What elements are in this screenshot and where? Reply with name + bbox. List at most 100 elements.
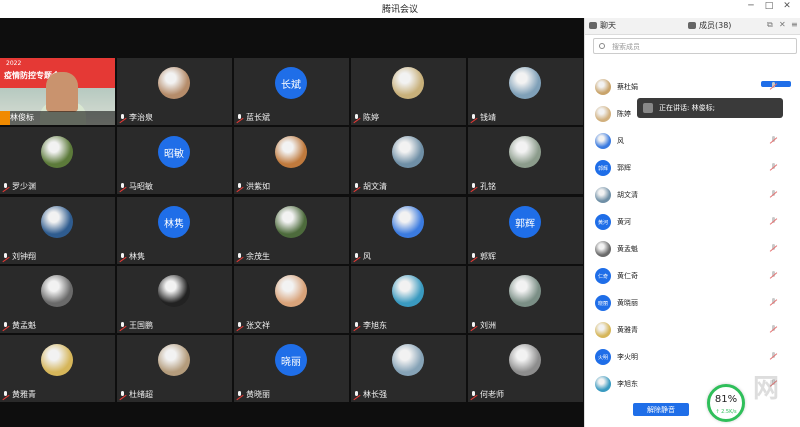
tab-members[interactable]: 成员(38)	[699, 20, 731, 31]
participant-name: 李治泉	[129, 113, 153, 122]
participant-tile[interactable]: 郭辉 郭辉	[468, 197, 583, 264]
mic-muted-icon	[236, 252, 244, 261]
avatar	[509, 275, 541, 307]
avatar	[158, 67, 190, 99]
member-row[interactable]: 仁奇 黄仁奇	[585, 265, 800, 287]
avatar	[41, 206, 73, 238]
members-icon	[688, 22, 696, 29]
close-icon[interactable]: ✕	[780, 1, 794, 11]
participant-name-label: 风	[353, 251, 371, 262]
member-row[interactable]: 黄雅青	[585, 319, 800, 341]
maximize-icon[interactable]: □	[762, 1, 776, 11]
participant-tile[interactable]: 昭敏 马昭敏	[117, 127, 232, 194]
member-row[interactable]: 火明 李火明	[585, 346, 800, 368]
mic-muted-icon	[236, 321, 244, 330]
member-name: 黄河	[617, 218, 631, 226]
speaker-video-tile[interactable]: 2022 疫情防控专题会 林俊标	[0, 58, 115, 125]
participant-tile[interactable]: 张文祥	[234, 266, 349, 333]
participant-name-label: 何老师	[470, 389, 504, 400]
member-avatar	[595, 241, 611, 257]
mic-muted-icon	[119, 252, 127, 261]
menu-icon[interactable]: ≡	[791, 20, 798, 29]
mic-muted-icon[interactable]	[769, 325, 778, 334]
mic-muted-icon	[353, 321, 361, 330]
participant-tile[interactable]: 王国鹏	[117, 266, 232, 333]
speaking-popup: 正在讲话: 林俊标;	[637, 98, 783, 118]
tab-chat[interactable]: 聊天	[600, 20, 616, 31]
participant-tile[interactable]: 李治泉	[117, 58, 232, 125]
participant-tile[interactable]: 钱靖	[468, 58, 583, 125]
participant-tile[interactable]: 刘钟翔	[0, 197, 115, 264]
mic-muted-icon	[353, 182, 361, 191]
avatar	[392, 206, 424, 238]
member-search-input[interactable]: 搜索成员	[593, 38, 797, 54]
title-bar: 腾讯会议 ─ □ ✕	[0, 0, 800, 18]
mic-muted-icon[interactable]	[769, 82, 778, 91]
participant-name: 胡文清	[363, 182, 387, 191]
member-avatar	[595, 187, 611, 203]
participant-tile[interactable]: 洪紫如	[234, 127, 349, 194]
mic-muted-icon	[119, 321, 127, 330]
member-row[interactable]: 风	[585, 130, 800, 152]
mic-muted-icon[interactable]	[769, 271, 778, 280]
participant-name-label: 杜绪超	[119, 389, 153, 400]
participant-name: 黄雅青	[12, 390, 36, 399]
mic-muted-icon	[2, 390, 10, 399]
participant-tile[interactable]: 林隽 林隽	[117, 197, 232, 264]
participant-tile[interactable]: 风	[351, 197, 466, 264]
popout-icon[interactable]: ⧉	[767, 20, 773, 30]
participant-name-label: 孔铭	[470, 181, 496, 192]
minimize-icon[interactable]: ─	[744, 1, 758, 11]
member-row[interactable]: 黄孟魁	[585, 238, 800, 260]
participant-tile[interactable]: 刘洲	[468, 266, 583, 333]
participant-name-label: 王国鹏	[119, 320, 153, 331]
unmute-all-button[interactable]: 解除静音	[633, 403, 689, 416]
participant-tile[interactable]: 黄雅青	[0, 335, 115, 402]
participant-tile[interactable]: 林长强	[351, 335, 466, 402]
participant-name: 蓝长斌	[246, 113, 270, 122]
participant-tile[interactable]: 杜绪超	[117, 335, 232, 402]
member-row[interactable]: 胡文清	[585, 184, 800, 206]
participant-name-label: 林长强	[353, 389, 387, 400]
avatar	[509, 344, 541, 376]
network-indicator[interactable]: 81% ↑ 2.5K/s	[707, 384, 745, 422]
participant-tile[interactable]: 孔铭	[468, 127, 583, 194]
avatar: 晓丽	[275, 344, 307, 376]
mic-muted-icon[interactable]	[769, 298, 778, 307]
participant-tile[interactable]: 罗少渊	[0, 127, 115, 194]
mic-muted-icon	[470, 252, 478, 261]
avatar	[392, 344, 424, 376]
participant-name: 黄晓丽	[246, 390, 270, 399]
mic-muted-icon[interactable]	[769, 217, 778, 226]
participant-name-label: 余茂生	[236, 251, 270, 262]
participant-tile[interactable]: 陈婷	[351, 58, 466, 125]
mic-muted-icon[interactable]	[769, 352, 778, 361]
member-row[interactable]: 蔡杜娟	[585, 76, 800, 98]
participant-name: 林隽	[129, 252, 145, 261]
member-row[interactable]: 黄河 黄河	[585, 211, 800, 233]
mic-muted-icon[interactable]	[769, 190, 778, 199]
participant-name: 孔铭	[480, 182, 496, 191]
participant-tile[interactable]: 长斌 蓝长斌	[234, 58, 349, 125]
participant-name: 林长强	[363, 390, 387, 399]
avatar: 郭辉	[509, 206, 541, 238]
participant-name-label: 李治泉	[119, 112, 153, 123]
member-name: 李火明	[617, 353, 638, 361]
participant-tile[interactable]: 李旭东	[351, 266, 466, 333]
participant-name-label: 李旭东	[353, 320, 387, 331]
participant-tile[interactable]: 黄孟魁	[0, 266, 115, 333]
mic-muted-icon[interactable]	[769, 244, 778, 253]
member-row[interactable]: 郭辉 郭辉	[585, 157, 800, 179]
participant-tile[interactable]: 晓丽黄晓丽	[234, 335, 349, 402]
mic-muted-icon[interactable]	[769, 136, 778, 145]
participant-tile[interactable]: 何老师	[468, 335, 583, 402]
participant-tile[interactable]: 胡文清	[351, 127, 466, 194]
mic-muted-icon[interactable]	[769, 163, 778, 172]
close-panel-icon[interactable]: ✕	[779, 20, 786, 29]
member-row[interactable]: 晓丽 黄晓丽	[585, 292, 800, 314]
avatar: 林隽	[158, 206, 190, 238]
member-name: 胡文清	[617, 191, 638, 199]
participant-tile[interactable]: 余茂生	[234, 197, 349, 264]
participant-name: 马昭敏	[129, 182, 153, 191]
speaker-name: 林俊标	[10, 113, 34, 122]
